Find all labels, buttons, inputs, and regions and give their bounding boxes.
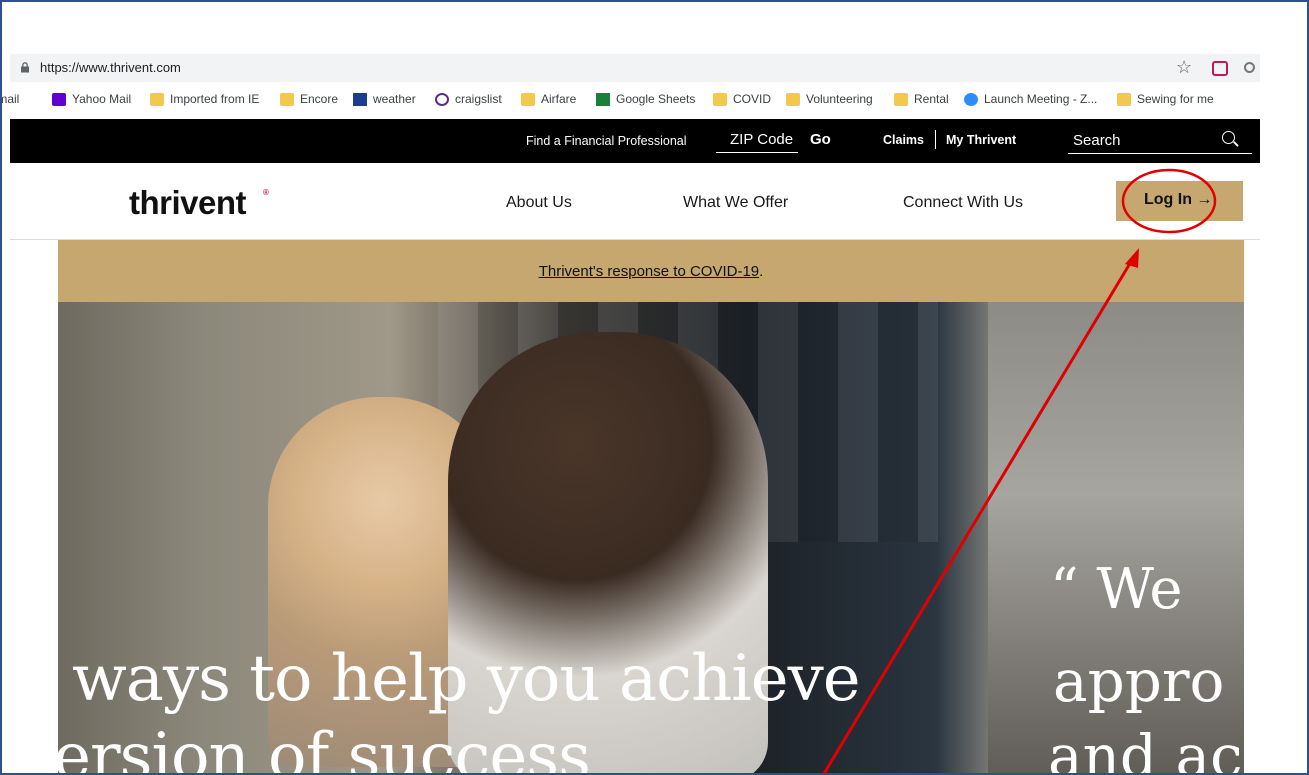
extension-icon[interactable] [1212,61,1228,76]
log-in-button[interactable]: Log In → [1116,181,1243,221]
screenshot-frame: https://www.thrivent.com ☆ Gmail Yahoo M… [0,0,1309,775]
bookmark-weather[interactable]: weather [353,90,416,108]
logo-text: thrivent [129,184,247,221]
bookmark-airfare[interactable]: Airfare [521,90,576,108]
weather-icon [353,92,367,106]
search-icon[interactable] [1222,131,1235,144]
folder-icon [786,92,800,106]
sheets-icon [596,92,610,106]
bookmark-label: Encore [300,92,339,106]
covid-banner: Thrivent's response to COVID-19. [58,240,1244,302]
extension-circle-icon[interactable] [1244,62,1255,73]
hero-quote-line3: and ac [1048,722,1243,775]
peace-icon [435,92,449,106]
bookmark-label: Launch Meeting - Z... [984,92,1098,106]
folder-icon [521,92,535,106]
folder-icon [280,92,294,106]
bookmark-label: craigslist [455,92,502,106]
bookmark-label: Imported from IE [170,92,260,106]
my-thrivent-link[interactable]: My Thrivent [946,133,1016,147]
thrivent-logo[interactable]: thrivent ® [129,184,269,222]
hero-headline-line1: ways to help you achieve [72,642,861,716]
mail-icon [52,92,66,106]
nav-connect-with-us[interactable]: Connect With Us [903,194,1023,212]
find-professional-link[interactable]: Find a Financial Professional [526,134,687,148]
hero-quote-line2: appro [1053,647,1225,715]
address-bar[interactable]: https://www.thrivent.com ☆ [10,54,1260,82]
divider [935,130,936,149]
go-button[interactable]: Go [810,131,831,148]
bookmark-label: Sewing for me [1137,92,1214,106]
bookmark-craigslist[interactable]: craigslist [435,90,502,108]
nav-about-us[interactable]: About Us [506,194,572,212]
folder-icon [894,92,908,106]
bookmark-rental[interactable]: Rental [894,90,949,108]
bookmark-gmail[interactable]: Gmail [2,90,19,108]
utility-bar: Find a Financial Professional ZIP Code G… [10,119,1260,163]
banner-suffix: . [759,263,764,280]
bookmark-label: Airfare [541,92,577,106]
lock-icon [21,62,29,73]
bookmark-imported-from-ie[interactable]: Imported from IE [150,90,259,108]
bookmark-label: Rental [914,92,949,106]
bookmark-sewing-for-me[interactable]: Sewing for me [1117,90,1214,108]
bookmark-label: COVID [733,92,772,106]
zip-code-input[interactable]: ZIP Code [716,127,798,153]
star-icon[interactable]: ☆ [1176,57,1192,78]
claims-link[interactable]: Claims [883,133,924,147]
bookmark-encore[interactable]: Encore [280,90,338,108]
nav-what-we-offer[interactable]: What We Offer [683,194,788,212]
hero-quote-line1: “ We [1050,557,1183,622]
folder-icon [150,92,164,106]
hero-headline-line2: version of success [58,720,591,775]
url-text[interactable]: https://www.thrivent.com [40,60,181,75]
bookmark-label: weather [373,92,416,106]
bookmark-yahoo-mail[interactable]: Yahoo Mail [52,90,131,108]
bookmark-covid[interactable]: COVID [713,90,771,108]
registered-mark-icon: ® [263,188,269,197]
bookmark-label: Yahoo Mail [72,92,132,106]
bookmark-volunteering[interactable]: Volunteering [786,90,873,108]
folder-icon [1117,92,1131,106]
bookmark-label: Gmail [2,92,20,106]
hero-image: ways to help you achieve version of succ… [58,302,1244,775]
bookmark-launch-meeting[interactable]: Launch Meeting - Z... [964,90,1097,108]
folder-icon [713,92,727,106]
covid-response-link[interactable]: Thrivent's response to COVID-19 [539,263,759,280]
bookmark-label: Google Sheets [616,92,696,106]
main-nav: thrivent ® About Us What We Offer Connec… [10,163,1260,240]
bookmark-label: Volunteering [806,92,873,106]
bookmark-google-sheets[interactable]: Google Sheets [596,90,695,108]
bookmarks-bar: Gmail Yahoo Mail Imported from IE Encore… [2,86,1260,112]
zoom-icon [964,92,978,106]
